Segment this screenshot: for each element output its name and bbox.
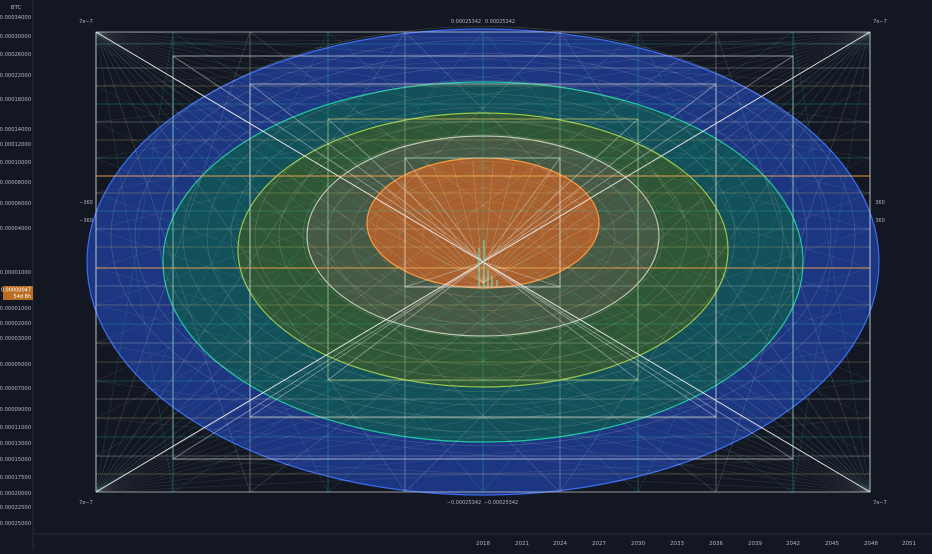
y-tick-label: 0.00004000 xyxy=(0,226,31,232)
currency-label: BTC xyxy=(11,5,22,11)
x-tick-label: 2027 xyxy=(592,541,606,547)
annotation-bottom-left: 7e−7 xyxy=(79,500,93,506)
annotation-top-left: 7e−7 xyxy=(79,19,93,25)
y-tick-label: −0.00009000 xyxy=(0,407,31,413)
x-tick-label: 2024 xyxy=(553,541,567,547)
y-tick-label: −0.00020000 xyxy=(0,491,31,497)
y-tick-label: −0.00022500 xyxy=(0,505,31,511)
x-tick-label: 2033 xyxy=(670,541,684,547)
y-tick-label: 0.00010000 xyxy=(0,160,31,166)
x-tick-label: 2036 xyxy=(709,541,723,547)
annotation-bottom-right: 7e−7 xyxy=(873,500,887,506)
current-price-countdown: 54d 8h xyxy=(14,294,31,300)
y-tick-label: −0.00015000 xyxy=(0,457,31,463)
y-tick-label: 0.00014000 xyxy=(0,127,31,133)
y-tick-label: 0.00030000 xyxy=(0,34,31,40)
x-tick-label: 2021 xyxy=(515,541,529,547)
y-tick-label: 0.00001000 xyxy=(0,270,31,276)
y-tick-label: −0.00002000 xyxy=(0,321,31,327)
annotation-right: 360 xyxy=(875,218,885,224)
y-tick-label: 0.00018000 xyxy=(0,97,31,103)
y-axis: BTC 0.00034000 0.00030000 0.00026000 0.00022… xyxy=(0,0,34,550)
annotation-top-right: 7e−7 xyxy=(873,19,887,25)
x-tick-label: 2018 xyxy=(476,541,490,547)
y-tick-label: −0.00011000 xyxy=(0,425,31,431)
current-price-label: 0.00000047 xyxy=(1,288,31,294)
x-tick-label: 2039 xyxy=(748,541,762,547)
annotation-right: 360 xyxy=(875,200,885,206)
annotation-top-center: 0.00025342 xyxy=(451,19,481,25)
y-tick-label: 0.00022000 xyxy=(0,73,31,79)
y-tick-label: 0.00034000 xyxy=(0,15,31,21)
y-tick-label: −0.00025000 xyxy=(0,521,31,527)
y-tick-label: −0.00001000 xyxy=(0,306,31,312)
x-axis: 2018 2021 2024 2027 2030 2033 2036 2039 2042 2045… xyxy=(34,533,932,547)
chart-canvas[interactable]: BTC 0.00034000 0.00030000 0.00026000 0.00022… xyxy=(0,0,932,550)
annotation-left: −360 xyxy=(79,218,93,224)
y-tick-label: 0.00006000 xyxy=(0,201,31,207)
annotation-left: −360 xyxy=(79,200,93,206)
y-tick-label: −0.00005000 xyxy=(0,362,31,368)
annotation-bottom-center: −0.00025342 xyxy=(484,500,518,506)
y-tick-label: 0.00008000 xyxy=(0,180,31,186)
annotation-top-center: 0.00025342 xyxy=(485,19,515,25)
y-tick-label: −0.00007000 xyxy=(0,386,31,392)
annotation-bottom-center: −0.00025342 xyxy=(447,500,481,506)
x-tick-label: 2048 xyxy=(864,541,878,547)
chart-root: BTC 0.00034000 0.00030000 0.00026000 0.00022… xyxy=(0,0,932,550)
x-tick-label: 2045 xyxy=(825,541,839,547)
y-tick-label: −0.00013000 xyxy=(0,441,31,447)
y-tick-label: −0.00003000 xyxy=(0,336,31,342)
geometry-lines xyxy=(95,31,871,493)
y-tick-label: 0.00012000 xyxy=(0,142,31,148)
x-tick-label: 2051 xyxy=(902,541,916,547)
x-tick-label: 2030 xyxy=(631,541,645,547)
y-tick-label: −0.00017500 xyxy=(0,475,31,481)
x-tick-label: 2042 xyxy=(786,541,800,547)
y-tick-label: 0.00026000 xyxy=(0,52,31,58)
